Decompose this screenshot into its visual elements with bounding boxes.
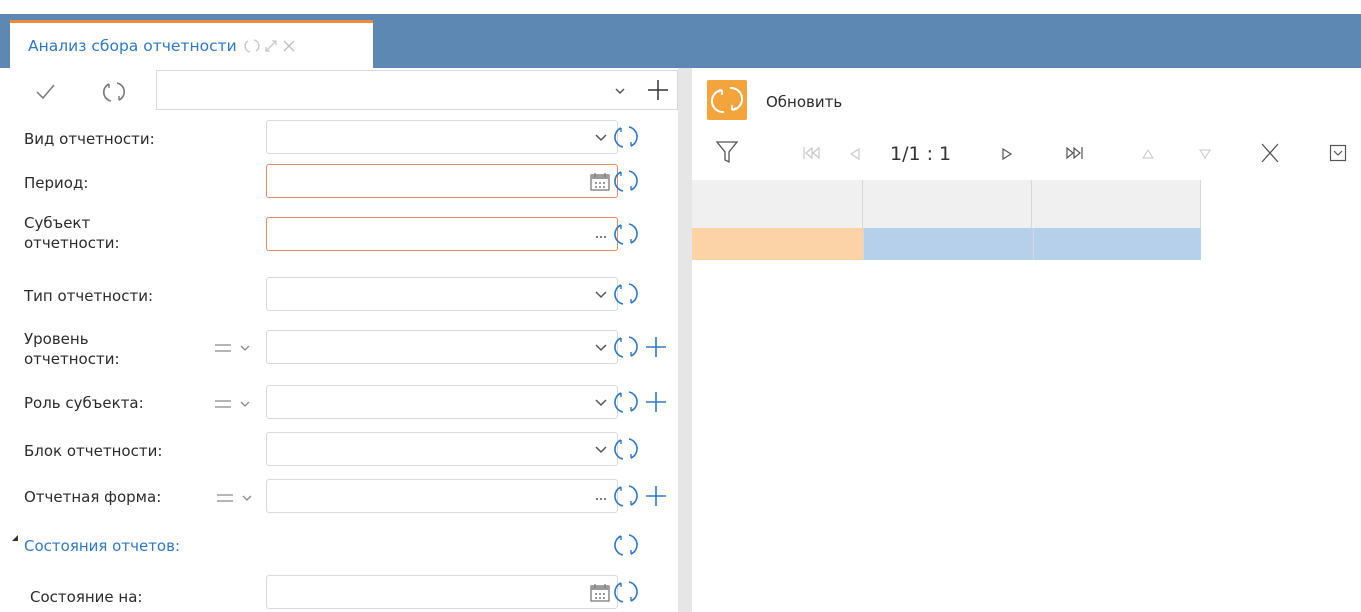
- tab-title: Анализ сбора отчетности: [28, 36, 237, 55]
- chevron-down-icon[interactable]: [593, 286, 609, 302]
- table-row[interactable]: [863, 228, 1201, 260]
- report-states-section-label[interactable]: Состояния отчетов:: [24, 537, 180, 555]
- plus-icon[interactable]: [644, 484, 668, 508]
- results-panel: Обновить 1/1 : 1: [692, 68, 1361, 612]
- tab-close-icon[interactable]: [281, 38, 297, 54]
- refresh-icon[interactable]: [611, 122, 641, 152]
- prev-page-icon[interactable]: [848, 147, 862, 161]
- grid-column-header[interactable]: [692, 180, 863, 228]
- tab-analysis[interactable]: Анализ сбора отчетности: [10, 20, 373, 68]
- level-label-line2: отчетности:: [24, 350, 120, 368]
- tab-refresh-icon[interactable]: [243, 37, 261, 55]
- grid-column-header[interactable]: [1032, 180, 1201, 228]
- refresh-icon[interactable]: [611, 279, 641, 309]
- refresh-big-button[interactable]: [707, 80, 747, 120]
- next-page-icon[interactable]: [1000, 147, 1014, 161]
- equals-operator-icon[interactable]: [213, 336, 265, 360]
- chevron-down-icon[interactable]: [613, 84, 627, 98]
- filter-icon[interactable]: [714, 139, 740, 165]
- report-type-label: Тип отчетности:: [24, 287, 154, 305]
- subject-label-line1: Субъект: [24, 214, 91, 232]
- subject-label-line2: отчетности:: [24, 234, 120, 252]
- collapse-triangle-icon[interactable]: [10, 533, 20, 543]
- refresh-icon[interactable]: [611, 166, 641, 196]
- filter-panel: Вид отчетности: Период: Субъект отчетнос…: [10, 68, 678, 612]
- top-bar: Анализ сбора отчетности: [0, 0, 1361, 68]
- report-block-label: Блок отчетности:: [24, 442, 163, 460]
- refresh-icon[interactable]: [611, 387, 641, 417]
- report-type-select[interactable]: [266, 277, 618, 311]
- first-page-icon[interactable]: [802, 145, 822, 161]
- clear-icon[interactable]: [1258, 141, 1282, 165]
- refresh-icon: [710, 86, 744, 114]
- refresh-icon[interactable]: [611, 434, 641, 464]
- pager-text: 1/1 : 1: [890, 143, 952, 165]
- chevron-down-icon[interactable]: [593, 441, 609, 457]
- level-select[interactable]: [266, 330, 618, 364]
- grid-column-header[interactable]: [863, 180, 1032, 228]
- chevron-down-icon[interactable]: [593, 129, 609, 145]
- level-label-line1: Уровень: [24, 330, 89, 348]
- equals-operator-icon[interactable]: [213, 392, 265, 416]
- report-kind-label: Вид отчетности:: [24, 130, 155, 148]
- refresh-icon[interactable]: [611, 219, 641, 249]
- panel-splitter[interactable]: [678, 68, 692, 612]
- period-field[interactable]: [266, 164, 618, 198]
- refresh-icon[interactable]: [611, 481, 641, 511]
- report-kind-select[interactable]: [266, 120, 618, 154]
- grid-cell-selected[interactable]: [692, 228, 863, 260]
- period-label: Период:: [24, 174, 89, 192]
- check-icon[interactable]: [34, 82, 56, 102]
- plus-icon[interactable]: [644, 335, 668, 359]
- subject-role-select[interactable]: [266, 385, 618, 419]
- state-on-label: Состояние на:: [30, 588, 143, 606]
- refresh-button-label[interactable]: Обновить: [766, 93, 842, 111]
- last-page-icon[interactable]: [1064, 145, 1084, 161]
- subject-field[interactable]: [266, 217, 618, 251]
- report-form-label: Отчетная форма:: [24, 488, 162, 506]
- chevron-down-icon[interactable]: [593, 394, 609, 410]
- ellipsis-icon[interactable]: [593, 226, 609, 242]
- state-on-date-field[interactable]: [266, 575, 618, 609]
- sort-up-icon[interactable]: [1142, 148, 1154, 160]
- checkbox-icon[interactable]: [1329, 144, 1347, 162]
- filter-set-select[interactable]: [156, 70, 678, 110]
- refresh-icon[interactable]: [100, 78, 128, 106]
- subject-role-label: Роль субъекта:: [24, 394, 144, 412]
- calendar-icon[interactable]: [589, 171, 611, 193]
- plus-icon[interactable]: [644, 390, 668, 414]
- equals-operator-icon[interactable]: [215, 486, 267, 510]
- tab-expand-icon[interactable]: [263, 38, 279, 54]
- refresh-icon[interactable]: [611, 332, 641, 362]
- calendar-icon[interactable]: [589, 582, 611, 604]
- refresh-icon[interactable]: [611, 530, 641, 560]
- sort-down-icon[interactable]: [1199, 148, 1211, 160]
- refresh-icon[interactable]: [611, 577, 641, 607]
- ellipsis-icon[interactable]: [593, 488, 609, 504]
- add-filter-set-plus-icon[interactable]: [646, 78, 670, 102]
- report-form-field[interactable]: [266, 479, 618, 513]
- chevron-down-icon[interactable]: [593, 339, 609, 355]
- report-block-select[interactable]: [266, 432, 618, 466]
